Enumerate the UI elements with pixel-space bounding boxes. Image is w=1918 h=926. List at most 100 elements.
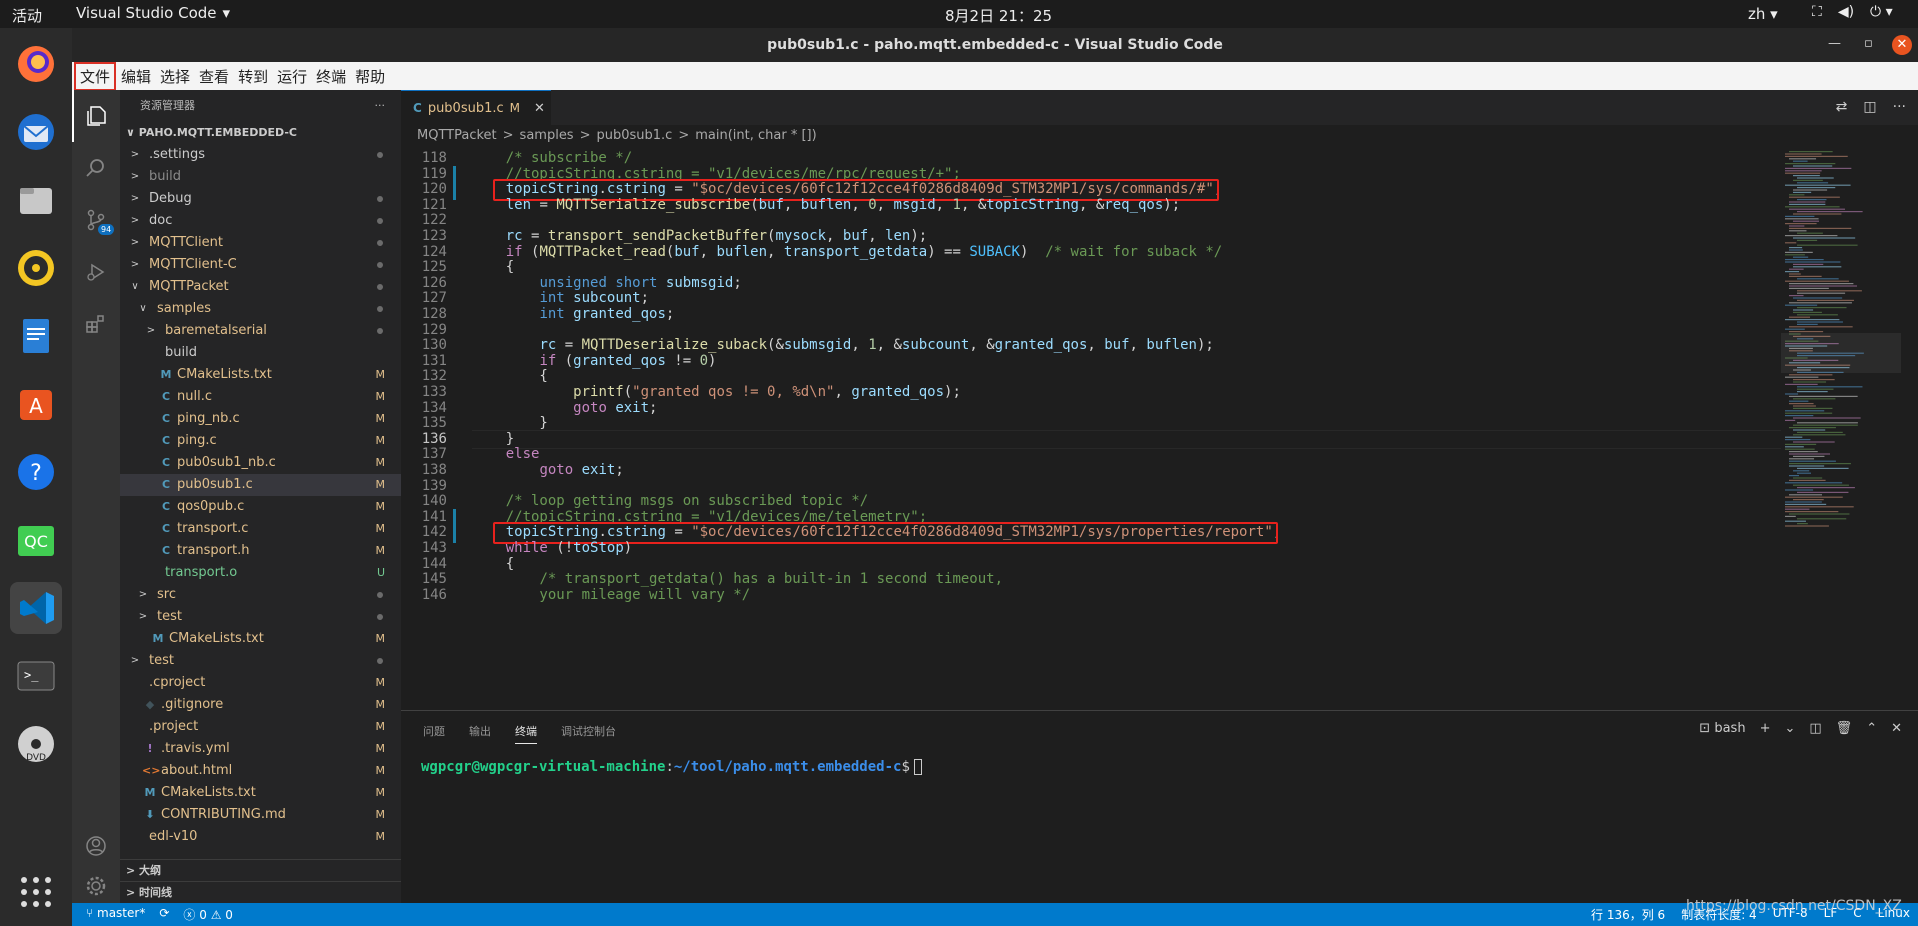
tree-file[interactable]: Ctransport.c M <box>120 518 401 540</box>
tree-folder[interactable]: > .settings <box>120 144 401 166</box>
code-line[interactable]: rc = transport_sendPacketBuffer(mysock, … <box>472 228 928 244</box>
tree-folder[interactable]: > build <box>120 166 401 188</box>
tree-folder[interactable]: > test <box>120 650 401 672</box>
code-line[interactable]: if (MQTTPacket_read(buf, buflen, transpo… <box>472 244 1223 260</box>
close-panel-icon[interactable]: ✕ <box>1891 721 1902 736</box>
timeline-section[interactable]: > 时间线 <box>120 881 401 903</box>
menu-file[interactable]: 文件 <box>74 61 117 91</box>
code-line[interactable]: len = MQTTSerialize_subscribe(buf, bufle… <box>472 197 1180 213</box>
writer-icon[interactable] <box>10 310 62 362</box>
maximize-panel-icon[interactable]: ⌃ <box>1866 721 1877 736</box>
terminal-icon[interactable]: >_ <box>10 650 62 702</box>
app-menu[interactable]: Visual Studio Code ▾ <box>76 4 230 22</box>
tree-file[interactable]: Cpub0sub1_nb.c M <box>120 452 401 474</box>
run-debug-icon[interactable] <box>72 246 120 298</box>
tree-file[interactable]: build <box>120 342 401 364</box>
appcenter-icon[interactable]: A <box>10 378 62 430</box>
dvd-icon[interactable]: DVD <box>10 718 62 770</box>
tree-folder[interactable]: > src <box>120 584 401 606</box>
breadcrumb-item[interactable]: MQTTPacket <box>417 125 497 147</box>
code-line[interactable]: /* loop getting msgs on subscribed topic… <box>472 493 868 509</box>
help-icon[interactable]: ? <box>10 446 62 498</box>
workspace-root[interactable]: ∨ PAHO.MQTT.EMBEDDED-C <box>120 122 401 144</box>
code-line[interactable]: your mileage will vary */ <box>472 587 750 603</box>
breadcrumb-item[interactable]: main(int, char * []) <box>695 125 816 147</box>
tree-file[interactable]: Ctransport.h M <box>120 540 401 562</box>
tree-file[interactable]: ⬇ CONTRIBUTING.md M <box>120 804 401 826</box>
code-line[interactable]: } <box>472 415 547 431</box>
menu-help[interactable]: 帮助 <box>351 64 389 89</box>
code-line[interactable]: /* transport_getdata() has a built-in 1 … <box>472 571 1003 587</box>
tab-debug-console[interactable]: 调试控制台 <box>561 723 616 744</box>
tree-file[interactable]: Cpub0sub1.c M <box>120 474 401 496</box>
tree-folder[interactable]: > MQTTClient <box>120 232 401 254</box>
code-line[interactable]: int subcount; <box>472 290 649 306</box>
tree-folder[interactable]: > Debug <box>120 188 401 210</box>
input-method[interactable]: zh ▾ <box>1748 5 1778 23</box>
tab-terminal[interactable]: 终端 <box>515 723 537 744</box>
tab-pub0sub1[interactable]: C pub0sub1.c M ✕ <box>401 90 551 125</box>
qtcreator-icon[interactable]: QC <box>10 514 62 566</box>
tree-file[interactable]: Cping_nb.c M <box>120 408 401 430</box>
clock[interactable]: 8月2日 21：25 <box>945 5 1052 26</box>
code-line[interactable]: { <box>472 556 514 572</box>
close-icon[interactable]: ✕ <box>1892 35 1912 55</box>
open-changes-icon[interactable]: ⇄ <box>1836 99 1848 115</box>
explorer-icon[interactable] <box>72 90 120 142</box>
code-line[interactable]: unsigned short submsgid; <box>472 275 741 291</box>
code-line[interactable]: int granted_qos; <box>472 306 674 322</box>
minimize-icon[interactable]: — <box>1828 36 1841 51</box>
cursor-position[interactable]: 行 136，列 6 <box>1591 906 1665 923</box>
breadcrumb-item[interactable]: samples <box>520 125 574 147</box>
split-terminal-icon[interactable]: ◫ <box>1809 721 1821 736</box>
code-view[interactable]: 118 /* subscribe */119 //topicString.cst… <box>401 147 1781 710</box>
code-line[interactable]: /* subscribe */ <box>472 150 632 166</box>
tree-file[interactable]: Cqos0pub.c M <box>120 496 401 518</box>
activities-button[interactable]: 活动 <box>12 5 42 26</box>
more-actions-icon[interactable]: ··· <box>1893 99 1906 115</box>
code-line[interactable]: goto exit; <box>472 462 623 478</box>
tree-file[interactable]: Cnull.c M <box>120 386 401 408</box>
terminal-output[interactable]: wgpcgr@wgpcgr-virtual-machine:~/tool/pah… <box>421 759 922 775</box>
tree-folder[interactable]: > doc <box>120 210 401 232</box>
tree-file[interactable]: edl-v10 M <box>120 826 401 848</box>
maximize-icon[interactable]: ▫ <box>1864 36 1873 51</box>
code-line[interactable]: goto exit; <box>472 400 657 416</box>
tab-problems[interactable]: 问题 <box>423 723 445 744</box>
tree-file[interactable]: M CMakeLists.txt M <box>120 782 401 804</box>
breadcrumb-item[interactable]: pub0sub1.c <box>597 125 673 147</box>
tree-file[interactable]: .project M <box>120 716 401 738</box>
problems-indicator[interactable]: ⓧ 0 ⚠ 0 <box>183 906 233 923</box>
menu-go[interactable]: 转到 <box>234 64 272 89</box>
tree-file[interactable]: .cproject M <box>120 672 401 694</box>
tree-folder[interactable]: > baremetalserial <box>120 320 401 342</box>
tree-file[interactable]: transport.o U <box>120 562 401 584</box>
tab-output[interactable]: 输出 <box>469 723 491 744</box>
code-line[interactable]: { <box>472 259 514 275</box>
menu-run[interactable]: 运行 <box>273 64 311 89</box>
chevron-down-icon[interactable]: ⌄ <box>1784 721 1795 736</box>
sync-icon[interactable]: ⟳ <box>159 906 169 923</box>
tree-folder[interactable]: ∨ MQTTPacket <box>120 276 401 298</box>
code-line[interactable]: rc = MQTTDeserialize_suback(&submsgid, 1… <box>472 337 1213 353</box>
minimap[interactable] <box>1781 147 1918 710</box>
code-line[interactable]: } <box>472 431 514 447</box>
terminal-select[interactable]: ⊡ bash <box>1699 721 1745 736</box>
rhythmbox-icon[interactable] <box>10 242 62 294</box>
tree-file[interactable]: <> about.html M <box>120 760 401 782</box>
code-line[interactable]: while (!toStop) <box>472 540 632 556</box>
branch-indicator[interactable]: ⑂ master* <box>86 906 145 923</box>
source-control-icon[interactable]: 94 <box>72 194 120 246</box>
extensions-icon[interactable] <box>72 298 120 350</box>
code-line[interactable]: printf("granted qos != 0, %d\n", granted… <box>472 384 961 400</box>
tab-close-icon[interactable]: ✕ <box>534 101 545 116</box>
files-icon[interactable] <box>10 174 62 226</box>
more-actions-icon[interactable]: ··· <box>375 90 386 122</box>
menu-terminal[interactable]: 终端 <box>312 64 350 89</box>
add-terminal-icon[interactable]: + <box>1760 721 1771 736</box>
show-apps-icon[interactable] <box>10 866 62 918</box>
trash-icon[interactable]: 🗑 <box>1836 721 1853 736</box>
tree-folder[interactable]: > test <box>120 606 401 628</box>
tree-folder[interactable]: > MQTTClient-C <box>120 254 401 276</box>
code-line[interactable]: if (granted_qos != 0) <box>472 353 716 369</box>
